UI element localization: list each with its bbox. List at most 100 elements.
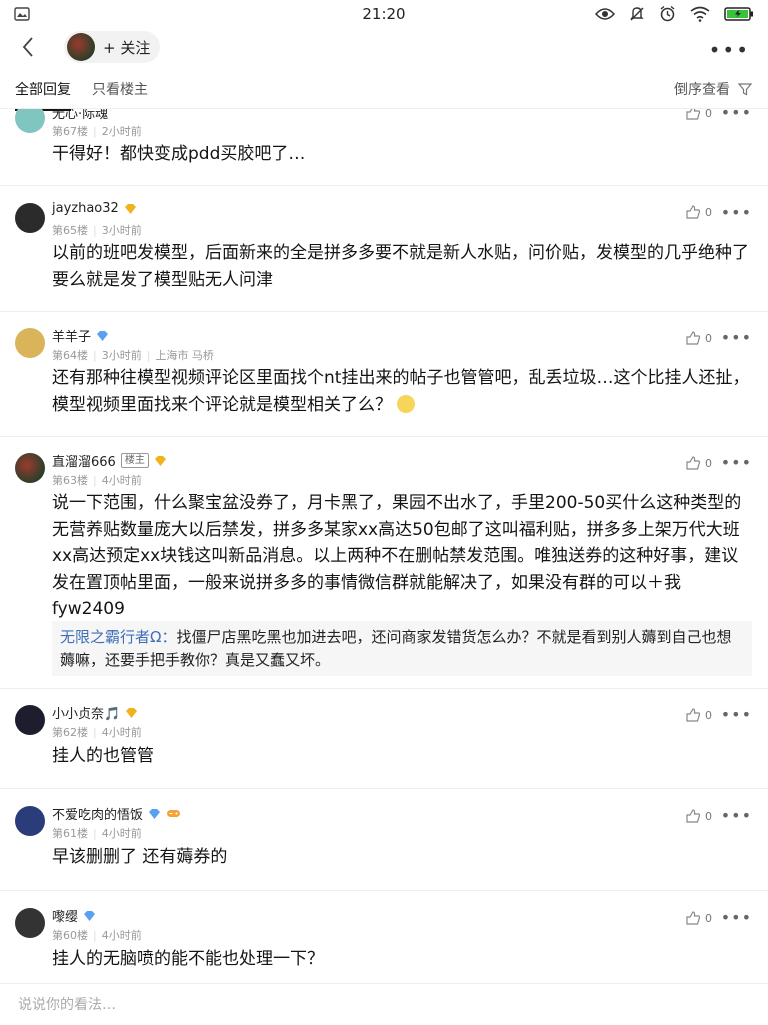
reply-tabs: 全部回复 只看楼主 倒序查看 [0,68,768,111]
floor-number: 第62楼 [52,726,88,739]
like-icon [686,708,701,722]
post-time: 4小时前 [101,726,142,739]
user-avatar[interactable] [15,203,45,233]
status-bar: 21:20 [0,0,768,28]
post-time: 4小时前 [101,474,142,487]
username[interactable]: 羊羊子 [52,326,91,345]
floor-number: 第65楼 [52,224,88,237]
floor-number: 第64楼 [52,349,88,362]
reply-more-button[interactable]: ••• [721,453,752,472]
floor-number: 第60楼 [52,929,88,942]
like-count: 0 [705,911,712,925]
vip-gold-icon [154,455,166,466]
post-time: 4小时前 [101,827,142,840]
like-count: 0 [705,109,712,120]
follow-label: + 关注 [103,38,151,57]
reply-text: 挂人的也管管 [52,746,154,766]
chevron-left-icon [22,37,33,57]
like-button[interactable]: 0 [685,109,712,120]
post-time: 2小时前 [101,125,142,138]
username[interactable]: 小小贞奈🎵 [52,703,120,722]
reply-item: 羊羊子 第64楼 | 3小时前 | 上海市 马桥 0 ••• 还有那种往模型视频评论区里… [0,311,768,437]
reverse-order-label: 倒序查看 [674,82,730,98]
like-button[interactable]: 0 [685,809,712,823]
wifi-icon [690,6,710,22]
reply-item: 无心·际魂 第67楼 | 2小时前 0 ••• 干得好！都快变成pdd买胶吧了… [0,109,768,186]
sub-reply-username[interactable]: 无限之霸行者Ω： [60,628,176,646]
reply-text: 挂人的无脑喷的能不能也处理一下？ [52,949,324,969]
like-icon [686,911,701,925]
vip-gold-icon [124,203,136,214]
comment-bar: 说说你的看法… [0,983,768,1025]
like-button[interactable]: 0 [685,331,712,345]
like-button[interactable]: 0 [685,205,712,219]
reply-text: 以前的班吧发模型，后面新来的全是拼多多要不就是新人水贴，问价贴，发模型的几乎绝种… [52,243,749,290]
username[interactable]: 嚟缨 [52,906,78,925]
vip-blue-icon [84,910,96,921]
user-avatar[interactable] [15,806,45,836]
like-count: 0 [705,205,712,219]
reply-list: 无心·际魂 第67楼 | 2小时前 0 ••• 干得好！都快变成pdd买胶吧了… j… [0,109,768,981]
reply-item: 直溜溜666 楼主 第63楼 | 4小时前 0 ••• 说一下范围，什么聚宝盆没券了… [0,436,768,689]
like-icon [686,456,701,470]
vip-blue-icon [149,808,161,819]
like-button[interactable]: 0 [685,456,712,470]
user-avatar[interactable] [15,453,45,483]
post-location: 上海市 马桥 [155,349,214,362]
like-button[interactable]: 0 [685,708,712,722]
comment-input[interactable]: 说说你的看法… [18,994,116,1014]
sub-reply[interactable]: 无限之霸行者Ω：找僵尸店黑吃黑也加进去吧，还问商家发错货怎么办？不就是看到别人薅… [52,621,752,676]
alarm-icon [660,5,675,22]
like-icon [686,109,701,120]
post-time: 4小时前 [101,929,142,942]
like-button[interactable]: 0 [685,911,712,925]
reverse-order-button[interactable]: 倒序查看 [674,79,752,99]
reply-more-button[interactable]: ••• [721,908,752,927]
reply-text: 说一下范围，什么聚宝盆没券了，月卡黑了，果园不出水了，手里200-50买什么这种… [52,493,742,619]
like-icon [686,809,701,823]
like-count: 0 [705,708,712,722]
vip-gold-icon [126,707,138,718]
user-avatar[interactable] [15,328,45,358]
mute-icon [630,6,644,21]
eye-icon [595,7,615,20]
post-time: 3小时前 [101,224,142,237]
tab-all-replies[interactable]: 全部回复 [15,79,71,111]
username[interactable]: jayzhao32 [52,201,119,216]
vip-blue-icon [97,330,109,341]
reply-item: 不爱吃肉的悟饭 第61楼 | 4小时前 0 ••• 早该删删了 还有薅券的 [0,788,768,891]
reply-text: 早该删删了 还有薅券的 [52,847,228,867]
reply-more-button[interactable]: ••• [721,806,752,825]
floor-number: 第63楼 [52,474,88,487]
user-avatar[interactable] [15,109,45,133]
tab-op-only[interactable]: 只看楼主 [92,79,148,99]
battery-icon [724,6,753,21]
floor-number: 第67楼 [52,125,88,138]
reply-more-button[interactable]: ••• [721,705,752,724]
username[interactable]: 无心·际魂 [52,109,108,122]
author-avatar [67,33,95,61]
reply-more-button[interactable]: ••• [721,328,752,347]
follow-author-button[interactable]: + 关注 [64,31,161,63]
username[interactable]: 直溜溜666 [52,451,116,470]
like-count: 0 [705,809,712,823]
back-button[interactable] [16,34,42,60]
reply-item: 小小贞奈🎵 第62楼 | 4小时前 0 ••• 挂人的也管管 [0,688,768,789]
op-badge: 楼主 [120,453,149,468]
reply-item: 嚟缨 第60楼 | 4小时前 0 ••• 挂人的无脑喷的能不能也处理一下？ [0,890,768,981]
reply-more-button[interactable]: ••• [721,203,752,222]
post-time: 3小时前 [101,349,142,362]
like-count: 0 [705,331,712,345]
emoji-icon [397,394,416,413]
floor-number: 第61楼 [52,827,88,840]
like-icon [686,205,701,219]
reply-more-button[interactable]: ••• [721,109,752,122]
more-options-button[interactable]: ••• [709,38,750,62]
user-avatar[interactable] [15,908,45,938]
game-controller-icon [167,810,181,817]
top-nav: + 关注 ••• [0,28,768,66]
username[interactable]: 不爱吃肉的悟饭 [52,804,143,823]
reply-item: jayzhao32 第65楼 | 3小时前 0 ••• 以前的班吧发模型，后面新来的… [0,185,768,312]
like-count: 0 [705,456,712,470]
user-avatar[interactable] [15,705,45,735]
